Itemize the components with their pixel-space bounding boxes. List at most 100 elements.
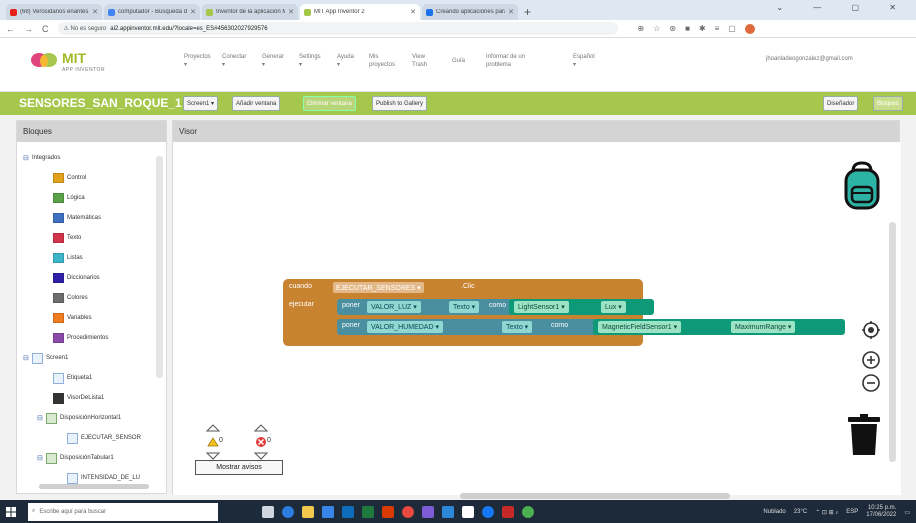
block-category-lists[interactable]: Listas [53, 252, 83, 264]
browser-tab[interactable]: Creando aplicaciones para móvil✕ [422, 4, 518, 20]
task-view-icon[interactable] [262, 505, 274, 518]
tree-builtin[interactable]: ⊟ Integrados [23, 152, 60, 164]
close-icon[interactable]: ✕ [410, 8, 416, 16]
extension-icon[interactable]: ⊛ [669, 24, 676, 34]
menu-view-trash[interactable]: View Trash [412, 53, 427, 69]
extension-icon[interactable]: ■ [685, 24, 690, 34]
app-icon[interactable] [522, 505, 534, 518]
collapse-icon[interactable]: ⊟ [37, 414, 43, 422]
zoom-in-icon[interactable] [861, 350, 881, 370]
block-category-procedures[interactable]: Procedimientos [53, 332, 108, 344]
url-field[interactable]: ⚠ No es seguro ai2.appinventor.mit.edu/?… [57, 22, 618, 35]
blocks-button[interactable]: Bloques [873, 96, 903, 111]
weather-text[interactable]: Nublado [763, 509, 785, 515]
sensor-property-dropdown[interactable]: Lux ▾ [601, 301, 626, 313]
tree-component[interactable]: VisorDeLista1 [53, 392, 104, 404]
sidepanel-icon[interactable]: ▢ [728, 24, 736, 34]
app-icon[interactable] [502, 505, 514, 518]
menu-guia[interactable]: Guía [452, 57, 465, 65]
taskbar-search[interactable]: ⌕ Escribe aquí para buscar [28, 502, 218, 521]
block-category-dictionaries[interactable]: Diccionarios [53, 272, 100, 284]
vertical-scrollbar[interactable] [156, 156, 163, 378]
close-icon[interactable]: ✕ [288, 8, 294, 16]
back-icon[interactable]: ← [6, 24, 15, 34]
app-icon[interactable] [422, 505, 434, 518]
clock[interactable]: 10:25 p.m. 17/06/2022 [866, 505, 896, 519]
menu-ayuda[interactable]: Ayuda ▾ [337, 53, 354, 69]
menu-informar-problema[interactable]: Informar de un problema [486, 53, 525, 69]
workspace-horizontal-scrollbar[interactable] [460, 493, 730, 499]
event-block-clic[interactable]: cuando EJECUTAR_SENSORES ▾ .Clic ejecuta… [283, 279, 845, 346]
variable-dropdown[interactable]: VALOR_LUZ ▾ [367, 301, 421, 313]
file-explorer-icon[interactable] [302, 505, 314, 518]
store-icon[interactable] [322, 505, 334, 518]
backpack-icon[interactable] [837, 159, 887, 211]
zoom-out-icon[interactable] [861, 373, 881, 393]
close-icon[interactable]: ✕ [508, 8, 514, 16]
show-warnings-button[interactable]: Mostrar avisos [195, 460, 283, 475]
tree-component[interactable]: Etiqueta1 [53, 372, 92, 384]
sensor-property-dropdown[interactable]: MaximumRange ▾ [731, 321, 796, 333]
mail-icon[interactable] [342, 505, 354, 518]
close-icon[interactable]: ✕ [190, 8, 196, 16]
collapse-icon[interactable]: ⊟ [23, 154, 29, 162]
designer-button[interactable]: Diseñador [823, 96, 859, 111]
new-tab-button[interactable]: + [524, 4, 531, 20]
notifications-icon[interactable]: ▭ [904, 509, 910, 516]
browser-tab[interactable]: Inventor de la aplicación MIT ✕ [202, 4, 298, 20]
browser-tab[interactable]: computador - Búsqueda de Go✕ [104, 4, 200, 20]
powerpoint-icon[interactable] [382, 505, 394, 518]
sensor-getter-magnetic[interactable]: MagneticFieldSensor1 ▾ MaximumRange ▾ [593, 319, 845, 335]
reading-list-icon[interactable]: ≡ [715, 24, 720, 34]
set-block-valor-luz[interactable]: poner VALOR_LUZ ▾ Texto ▾ como [337, 299, 513, 315]
block-category-math[interactable]: Matemáticas [53, 212, 101, 224]
tree-component[interactable]: INTENSIDAD_DE_LU [67, 472, 140, 484]
block-category-colors[interactable]: Colores [53, 292, 88, 304]
sensor-dropdown[interactable]: MagneticFieldSensor1 ▾ [598, 321, 682, 333]
add-screen-button[interactable]: Añadir ventana [232, 96, 281, 111]
blocks-workspace[interactable]: cuando EJECUTAR_SENSORES ▾ .Clic ejecuta… [173, 142, 901, 499]
profile-avatar[interactable] [744, 23, 755, 34]
horizontal-scrollbar[interactable] [39, 484, 149, 489]
trash-icon[interactable] [847, 414, 881, 456]
menu-proyectos[interactable]: Proyectos ▾ [184, 53, 211, 69]
block-category-text[interactable]: Texto [53, 232, 81, 244]
set-block-valor-humedad[interactable]: poner VALOR_HUMEDAD ▾ Texto ▾ como [337, 319, 597, 335]
mit-app-inventor-logo[interactable]: MIT APP INVENTOR [30, 48, 105, 78]
menu-settings[interactable]: Settings ▾ [299, 53, 321, 69]
variable-dropdown[interactable]: VALOR_HUMEDAD ▾ [367, 321, 443, 333]
block-category-control[interactable]: Control [53, 172, 86, 184]
workspace-vertical-scrollbar[interactable] [889, 222, 896, 462]
sensor-getter-light[interactable]: LightSensor1 ▾ Lux ▾ [509, 299, 654, 315]
recenter-icon[interactable] [861, 320, 881, 340]
bookmark-icon[interactable]: ☆ [653, 24, 660, 34]
tree-component[interactable]: EJECUTAR_SENSOR [67, 432, 141, 444]
menu-language[interactable]: Español ▾ [573, 53, 595, 69]
facebook-icon[interactable] [482, 505, 494, 518]
zoom-icon[interactable]: ⊕ [638, 24, 645, 34]
collapse-icon[interactable]: ⊟ [23, 354, 29, 362]
collapse-icon[interactable]: ⊟ [37, 454, 43, 462]
component-dropdown[interactable]: EJECUTAR_SENSORES ▾ [333, 282, 424, 293]
property-dropdown[interactable]: Texto ▾ [449, 301, 480, 313]
publish-gallery-button[interactable]: Publish to Gallery [372, 96, 428, 111]
tree-component[interactable]: ⊟ DisposiciónHorizontal1 [37, 412, 121, 424]
property-dropdown[interactable]: Texto ▾ [502, 321, 533, 333]
block-category-variables[interactable]: Variables [53, 312, 92, 324]
chrome-icon[interactable] [402, 505, 414, 518]
menu-generar[interactable]: Generar ▾ [262, 53, 284, 69]
menu-mis-proyectos[interactable]: Mis proyectos [369, 53, 395, 69]
sensor-dropdown[interactable]: LightSensor1 ▾ [514, 301, 569, 313]
edge-icon[interactable] [282, 505, 294, 518]
tray-icons[interactable]: ⌃ ⊡ ⊞ ♪ [815, 509, 838, 516]
puzzle-icon[interactable]: ✱ [699, 24, 706, 34]
browser-tab[interactable]: (68) Verosidanos enantes ✕ [6, 4, 102, 20]
tree-component[interactable]: ⊟ DisposiciónTabular1 [37, 452, 114, 464]
user-email[interactable]: jhoanladeogonzalez@gmail.com [766, 56, 853, 62]
tree-screen1[interactable]: ⊟ Screen1 [23, 352, 68, 364]
reload-icon[interactable]: C [42, 24, 49, 34]
forward-icon[interactable]: → [24, 24, 33, 34]
notepad-icon[interactable] [462, 505, 474, 518]
block-category-logic[interactable]: Lógica [53, 192, 85, 204]
close-icon[interactable]: ✕ [92, 8, 98, 16]
